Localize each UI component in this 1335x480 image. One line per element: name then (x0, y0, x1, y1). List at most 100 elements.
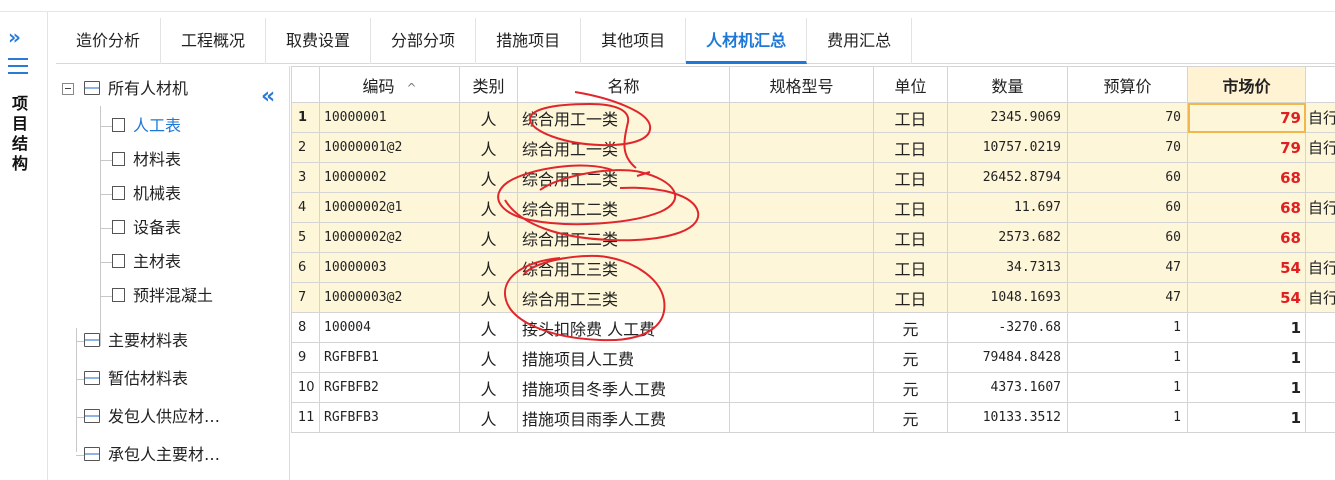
spec-cell[interactable] (729, 312, 874, 343)
extra-cell[interactable] (1305, 312, 1335, 343)
type-cell[interactable]: 人 (459, 222, 518, 253)
extra-cell[interactable] (1305, 222, 1335, 253)
type-cell[interactable]: 人 (459, 402, 518, 433)
market-price-cell[interactable]: 1 (1187, 402, 1306, 433)
collapse-panel-icon[interactable]: « (261, 84, 275, 109)
name-cell[interactable]: 综合用工一类 (517, 132, 730, 163)
name-cell[interactable]: 综合用工三类 (517, 282, 730, 313)
column-header-market-price[interactable]: 市场价 (1187, 66, 1306, 103)
tree-node-equipment[interactable]: 设备表 (100, 215, 181, 241)
type-cell[interactable]: 人 (459, 102, 518, 133)
unit-cell[interactable]: 工日 (873, 282, 948, 313)
market-price-cell[interactable]: 68 (1187, 162, 1306, 193)
unit-cell[interactable]: 元 (873, 342, 948, 373)
expand-chevron-icon[interactable]: » (8, 26, 32, 48)
type-cell[interactable]: 人 (459, 192, 518, 223)
market-price-cell[interactable]: 79 (1187, 132, 1306, 163)
tree-node-machine[interactable]: 机械表 (100, 181, 181, 207)
unit-cell[interactable]: 元 (873, 312, 948, 343)
quantity-cell[interactable]: 10757.0219 (947, 132, 1068, 163)
column-header-unit[interactable]: 单位 (873, 66, 948, 103)
tab-labor-material-machine-summary[interactable]: 人材机汇总 (686, 18, 808, 64)
name-cell[interactable]: 措施项目冬季人工费 (517, 372, 730, 403)
table-row[interactable]: 110000001人综合用工一类 工日2345.90697079自行 (291, 102, 1335, 133)
column-header-budget-price[interactable]: 预算价 (1067, 66, 1188, 103)
type-cell[interactable]: 人 (459, 282, 518, 313)
spec-cell[interactable] (729, 342, 874, 373)
tab-sub-items[interactable]: 分部分项 (371, 18, 477, 64)
spec-cell[interactable] (729, 132, 874, 163)
table-row[interactable]: 410000002@1人综合用工二类 工日11.6976068自行 (291, 192, 1335, 223)
name-cell[interactable]: 综合用工二类 (517, 192, 730, 223)
row-index-cell[interactable]: 5 (291, 222, 320, 253)
tab-fee-settings[interactable]: 取费设置 (266, 18, 372, 64)
tree-node-owner-supplied[interactable]: 发包人供应材… (76, 404, 220, 430)
budget-price-cell[interactable]: 1 (1067, 312, 1188, 343)
code-cell[interactable]: 100004 (319, 312, 460, 343)
budget-price-cell[interactable]: 70 (1067, 102, 1188, 133)
budget-price-cell[interactable]: 1 (1067, 402, 1188, 433)
row-index-cell[interactable]: 8 (291, 312, 320, 343)
column-header-extra[interactable] (1305, 66, 1335, 103)
column-header-spec[interactable]: 规格型号 (729, 66, 874, 103)
row-index-cell[interactable]: 6 (291, 252, 320, 283)
budget-price-cell[interactable]: 1 (1067, 342, 1188, 373)
name-cell[interactable]: 综合用工三类 (517, 252, 730, 283)
type-cell[interactable]: 人 (459, 252, 518, 283)
tree-node-labor[interactable]: 人工表 (100, 113, 181, 139)
budget-price-cell[interactable]: 1 (1067, 372, 1188, 403)
tree-node-material[interactable]: 材料表 (100, 147, 181, 173)
code-cell[interactable]: 10000002 (319, 162, 460, 193)
table-row[interactable]: 210000001@2人综合用工一类 工日10757.02197079自行 (291, 132, 1335, 163)
table-row[interactable]: 5 10000002@2 人综合用工二类 工日 2573.682 60 68 (291, 222, 1335, 253)
row-index-cell[interactable]: 10 (291, 372, 320, 403)
budget-price-cell[interactable]: 60 (1067, 192, 1188, 223)
column-header-name[interactable]: 名称 (517, 66, 730, 103)
quantity-cell[interactable]: 34.7313 (947, 252, 1068, 283)
extra-cell[interactable]: 自行 (1305, 282, 1335, 313)
row-index-cell[interactable]: 1 (291, 102, 320, 133)
quantity-cell[interactable]: -3270.68 (947, 312, 1068, 343)
code-cell[interactable]: RGFBFB3 (319, 402, 460, 433)
code-cell[interactable]: 10000002@2 (319, 222, 460, 253)
column-header-quantity[interactable]: 数量 (947, 66, 1068, 103)
extra-cell[interactable]: 自行 (1305, 252, 1335, 283)
row-index-cell[interactable]: 3 (291, 162, 320, 193)
unit-cell[interactable]: 工日 (873, 102, 948, 133)
spec-cell[interactable] (729, 282, 874, 313)
code-cell[interactable]: 10000003 (319, 252, 460, 283)
table-row[interactable]: 8 100004 人接头扣除费 人工费元 -3270.68 1 1 (291, 312, 1335, 343)
row-index-cell[interactable]: 7 (291, 282, 320, 313)
type-cell[interactable]: 人 (459, 132, 518, 163)
market-price-cell[interactable]: 1 (1187, 342, 1306, 373)
sort-arrow-icon[interactable]: ^ (406, 81, 416, 95)
quantity-cell[interactable]: 79484.8428 (947, 342, 1068, 373)
type-cell[interactable]: 人 (459, 312, 518, 343)
tree-node-key-materials[interactable]: 主要材料表 (76, 328, 188, 354)
code-cell[interactable]: 10000001 (319, 102, 460, 133)
project-structure-title[interactable]: 项 目 结 构 (8, 94, 32, 174)
spec-cell[interactable] (729, 222, 874, 253)
table-row[interactable]: 9 RGFBFB1 人措施项目人工费元 79484.8428 1 1 (291, 342, 1335, 373)
table-row[interactable]: 10 RGFBFB2 人措施项目冬季人工费元 4373.1607 1 1 (291, 372, 1335, 403)
column-header-code[interactable]: 编码 ^ (319, 66, 460, 103)
row-index-cell[interactable]: 4 (291, 192, 320, 223)
code-cell[interactable]: RGFBFB1 (319, 342, 460, 373)
extra-cell[interactable] (1305, 372, 1335, 403)
unit-cell[interactable]: 工日 (873, 192, 948, 223)
market-price-cell[interactable]: 79 (1187, 102, 1306, 133)
tab-fee-summary[interactable]: 费用汇总 (807, 18, 913, 64)
tree-node-main-material[interactable]: 主材表 (100, 249, 181, 275)
quantity-cell[interactable]: 10133.3512 (947, 402, 1068, 433)
market-price-cell[interactable]: 1 (1187, 372, 1306, 403)
quantity-cell[interactable]: 11.697 (947, 192, 1068, 223)
spec-cell[interactable] (729, 372, 874, 403)
menu-icon[interactable] (8, 58, 30, 74)
extra-cell[interactable]: 自行 (1305, 192, 1335, 223)
table-row[interactable]: 11 RGFBFB3 人措施项目雨季人工费元 10133.3512 1 1 (291, 402, 1335, 433)
market-price-cell[interactable]: 68 (1187, 192, 1306, 223)
tree-node-all[interactable]: 所有人材机 (62, 76, 188, 102)
extra-cell[interactable]: 自行 (1305, 102, 1335, 133)
code-cell[interactable]: 10000002@1 (319, 192, 460, 223)
quantity-cell[interactable]: 26452.8794 (947, 162, 1068, 193)
